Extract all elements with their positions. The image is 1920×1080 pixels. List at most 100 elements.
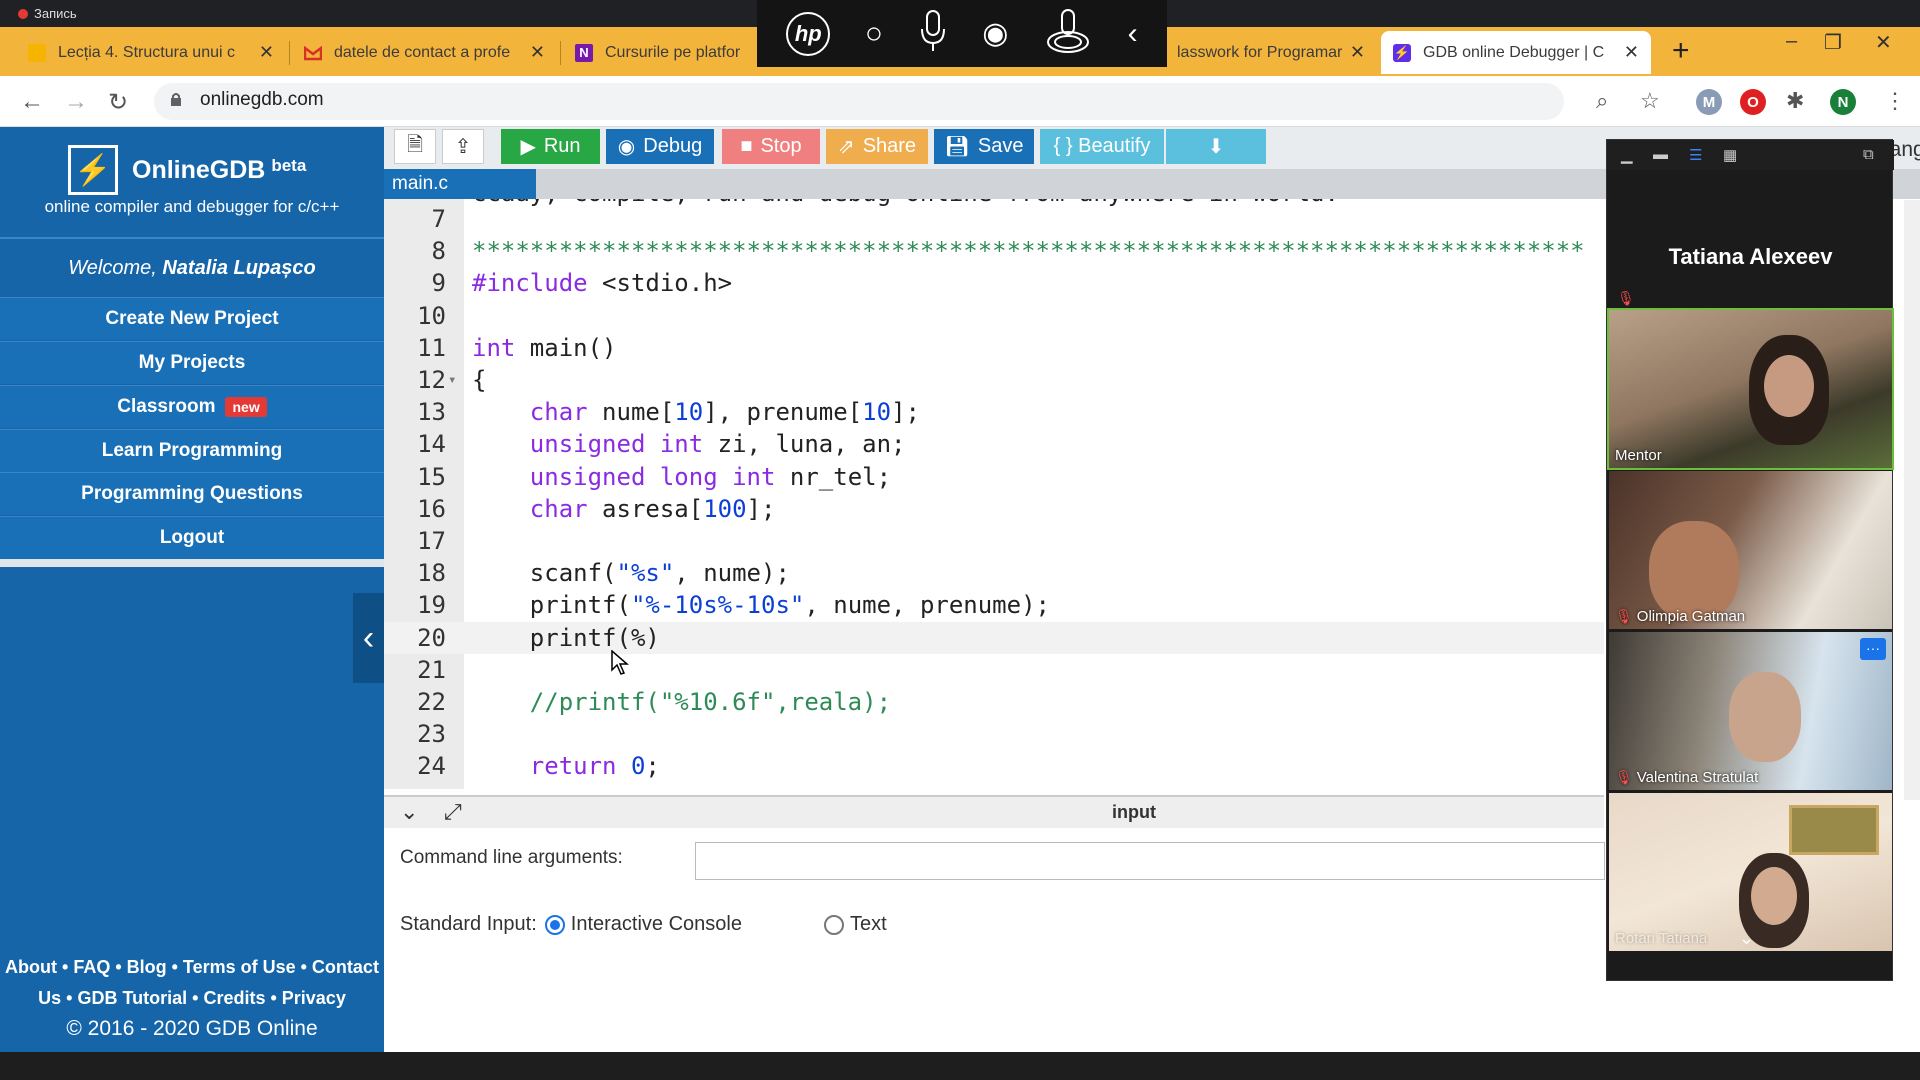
menu-programming-questions[interactable]: Programming Questions xyxy=(0,472,384,515)
command-line-input[interactable] xyxy=(695,842,1605,880)
stop-button[interactable]: ■ Stop xyxy=(722,129,820,164)
code-line: 24 return 0; xyxy=(384,750,1604,782)
menu-my-projects[interactable]: My Projects xyxy=(0,341,384,384)
run-button[interactable]: ▶ Run xyxy=(501,129,600,164)
code-text: printf("%-10s%-10s", nume, prenume); xyxy=(472,591,1050,620)
lock-icon xyxy=(171,93,181,106)
code-text: ****************************************… xyxy=(472,237,1585,266)
upload-button[interactable]: ⇪ xyxy=(442,129,484,164)
zoom-icon[interactable]: ⌕ xyxy=(1596,88,1608,114)
minimize-icon[interactable]: ▁ xyxy=(1621,146,1633,164)
browser-tab-classroom[interactable]: lasswork for Programar ✕ xyxy=(1165,31,1377,74)
code-line: 10 xyxy=(384,300,1604,332)
brand-logo[interactable]: ⚡ OnlineGDB beta xyxy=(68,145,306,195)
puzzle-icon[interactable]: ✱ xyxy=(1786,88,1804,114)
forward-icon[interactable]: → xyxy=(64,88,88,116)
code-line: 15 unsigned long int nr_tel; xyxy=(384,461,1604,493)
reload-icon[interactable]: ↻ xyxy=(108,88,128,117)
footer-links[interactable]: About • FAQ • Blog • Terms of Use • Cont… xyxy=(0,957,384,978)
muted-mic-icon: 🎙︎ xyxy=(1615,769,1633,785)
participant-name: 🎙︎ Valentina Stratulat xyxy=(1615,769,1759,786)
menu-label: Classroom xyxy=(117,396,216,417)
line-number: 9 xyxy=(431,269,446,298)
browser-tab-onenote[interactable]: N Cursurile pe platfor xyxy=(563,31,753,74)
fold-arrow-icon[interactable]: ▾ xyxy=(448,364,456,396)
star-icon[interactable]: ☆ xyxy=(1640,88,1660,114)
minimize-icon[interactable]: – xyxy=(1786,30,1797,53)
collapse-sidebar-button[interactable]: ‹ xyxy=(353,593,384,683)
record-icon[interactable]: ◉ xyxy=(982,16,1008,51)
window-icon[interactable]: ▬ xyxy=(1653,146,1668,163)
debug-icon: ◉ xyxy=(617,136,636,158)
extension-m-icon[interactable]: M xyxy=(1696,89,1722,115)
menu-classroom[interactable]: Classroom new xyxy=(0,385,384,428)
chevron-down-icon[interactable]: ⌄ xyxy=(1739,928,1754,949)
close-window-icon[interactable]: ✕ xyxy=(1875,30,1892,55)
beautify-button[interactable]: { } Beautify xyxy=(1040,129,1164,164)
line-number: 20 xyxy=(417,623,446,652)
participant-tile[interactable]: Mentor xyxy=(1607,308,1894,470)
browser-tab-lectia[interactable]: Lecția 4. Structura unui c ✕ xyxy=(16,31,286,74)
code-text: char asresa[100]; xyxy=(529,494,776,523)
tab-title: Cursurile pe platfor xyxy=(605,43,741,61)
menu-icon[interactable]: ⋮ xyxy=(1884,88,1906,114)
menu-create-new-project[interactable]: Create New Project xyxy=(0,297,384,340)
close-icon[interactable]: ✕ xyxy=(530,42,545,63)
hp-recording-overlay: hp ○ ◉ ‹ xyxy=(757,0,1167,67)
back-icon[interactable]: ← xyxy=(20,88,44,116)
stop-label: Stop xyxy=(760,135,802,157)
code-text: unsigned long int nr_tel; xyxy=(529,462,892,491)
gallery-view-icon[interactable]: ▦ xyxy=(1723,146,1737,164)
speaker-view-icon[interactable]: ☰ xyxy=(1689,146,1702,164)
url-field[interactable] xyxy=(154,83,1564,120)
line-number: 12 xyxy=(417,366,446,394)
code-line: 17 xyxy=(384,525,1604,557)
expand-icon[interactable]: ⤢ xyxy=(444,799,462,825)
menu-logout[interactable]: Logout xyxy=(0,516,384,559)
download-button[interactable]: ⬇ xyxy=(1166,129,1266,164)
browser-tab-gmail[interactable]: datele de contact a profe ✕ xyxy=(292,31,557,74)
participant-tile[interactable]: 🎙︎ Olimpia Gatman xyxy=(1609,471,1892,629)
line-number: 22 xyxy=(417,688,446,716)
line-number: 14 xyxy=(417,430,446,459)
menu-learn-programming[interactable]: Learn Programming xyxy=(0,429,384,472)
microphone-icon[interactable] xyxy=(918,9,948,58)
participant-tile[interactable]: Rotari Tatiana ⌄ xyxy=(1609,793,1892,951)
code-text: #include <stdio.h> xyxy=(472,269,733,298)
welcome-text: Welcome, Natalia Lupașco xyxy=(0,257,384,280)
restore-icon[interactable]: ❐ xyxy=(1824,30,1842,55)
close-icon[interactable]: ✕ xyxy=(1350,42,1365,63)
download-icon: ⬇ xyxy=(1207,136,1225,158)
profile-avatar[interactable]: N xyxy=(1830,89,1856,115)
browser-tab-gdb[interactable]: ⚡ GDB online Debugger | C ✕ xyxy=(1381,31,1651,74)
line-number: 24 xyxy=(417,752,446,781)
text-radio[interactable] xyxy=(823,914,844,935)
scrollbar[interactable] xyxy=(1904,200,1920,800)
footer-links[interactable]: Us • GDB Tutorial • Credits • Privacy xyxy=(0,988,384,1009)
close-icon[interactable]: ✕ xyxy=(259,42,274,63)
active-speaker-name: Tatiana Alexeev xyxy=(1668,244,1833,269)
chevron-down-icon[interactable]: ⌄ xyxy=(400,799,418,825)
more-options-icon[interactable]: ··· xyxy=(1860,638,1886,660)
participant-tile[interactable]: ··· 🎙︎ Valentina Stratulat xyxy=(1609,632,1892,790)
close-icon[interactable]: ✕ xyxy=(1624,42,1639,63)
save-button[interactable]: 💾︎ Save xyxy=(934,129,1034,164)
opera-extension-icon[interactable]: O xyxy=(1740,89,1766,115)
popout-icon[interactable]: ⧉ xyxy=(1863,146,1874,163)
circle-icon[interactable]: ○ xyxy=(865,17,883,51)
code-editor[interactable]: ccaay, compile, run and debug online fro… xyxy=(384,199,1604,789)
share-label: Share xyxy=(862,135,917,157)
stdin-label: Standard Input: xyxy=(400,913,537,935)
code-line: 23 xyxy=(384,718,1604,750)
menu-label: Create New Project xyxy=(105,308,279,329)
file-tab-main-c[interactable]: main.c xyxy=(384,169,536,199)
code-text: unsigned int zi, luna, an; xyxy=(529,430,906,459)
share-button[interactable]: ⇗ Share xyxy=(826,129,928,164)
debug-button[interactable]: ◉ Debug xyxy=(606,129,714,164)
microphone-active-icon[interactable] xyxy=(1043,6,1093,61)
new-tab-button[interactable]: + xyxy=(1672,34,1690,68)
interactive-console-radio[interactable] xyxy=(544,914,565,935)
new-file-button[interactable]: 🗎 xyxy=(394,129,436,164)
chevron-left-icon[interactable]: ‹ xyxy=(1128,17,1138,51)
code-line: 12 ▾ { xyxy=(384,364,1604,396)
